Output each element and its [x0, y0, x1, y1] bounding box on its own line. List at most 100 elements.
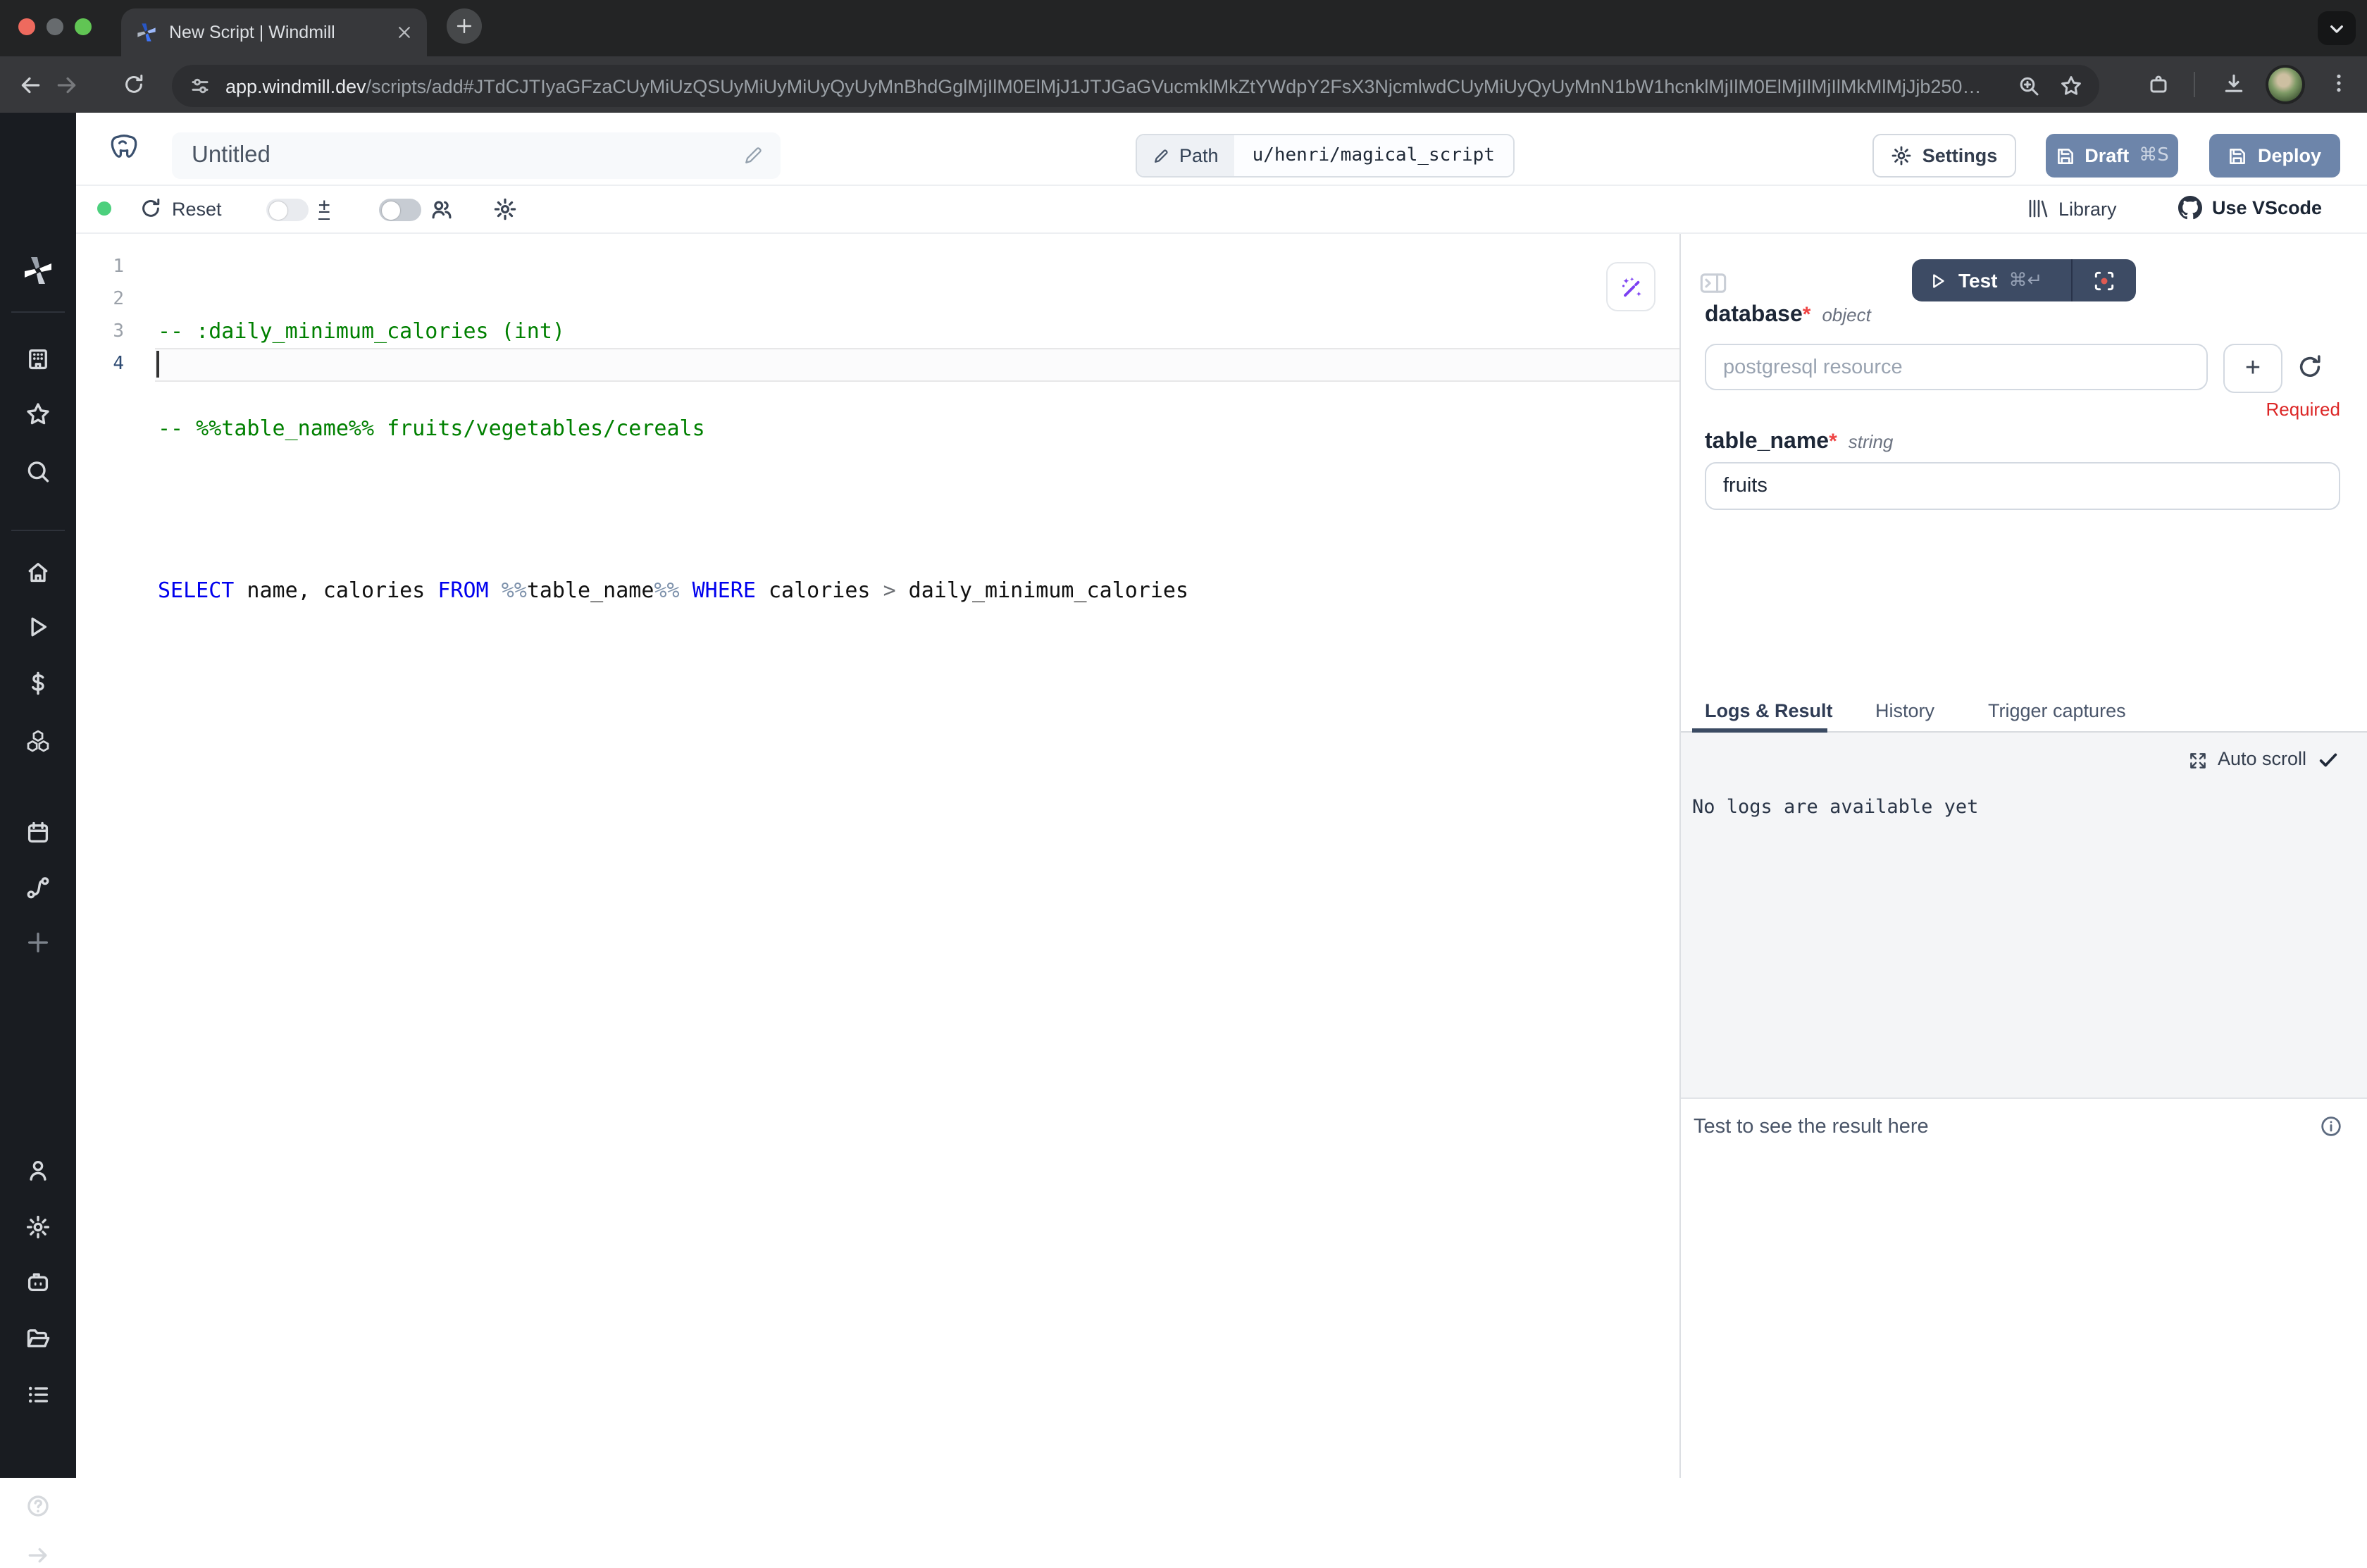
use-vscode-button[interactable]: Use VScode — [2178, 196, 2322, 220]
url-bar[interactable]: app.windmill.dev /scripts/add#JTdCJTIyaG… — [172, 65, 2099, 107]
site-info-icon[interactable] — [189, 75, 211, 97]
close-tab-icon[interactable] — [396, 24, 413, 41]
reload-icon[interactable] — [123, 73, 145, 96]
required-note: Required — [2170, 399, 2340, 420]
save-floppy-icon — [2228, 146, 2248, 166]
line-number: 2 — [76, 283, 124, 316]
tab-trigger-captures[interactable]: Trigger captures — [1988, 700, 2126, 721]
browser-menu-icon[interactable] — [2328, 72, 2350, 94]
path-label-segment: Path — [1137, 135, 1234, 176]
logs-empty-message: No logs are available yet — [1692, 796, 1978, 819]
runs-play-icon[interactable] — [25, 614, 51, 640]
multiplayer-toggle[interactable] — [379, 199, 421, 221]
profile-avatar[interactable] — [2266, 65, 2305, 104]
expand-logs-icon[interactable] — [2188, 751, 2208, 771]
url-path: /scripts/add#JTdCJTIyaGFzaCUyMiUzQSUyMiU… — [366, 75, 1989, 97]
auto-scroll-label[interactable]: Auto scroll — [2218, 748, 2306, 769]
ai-assistant-button[interactable] — [1606, 262, 1655, 311]
line-number-gutter: 1 2 3 4 — [76, 251, 124, 380]
diff-icon[interactable]: ± — [318, 194, 330, 220]
scan-capture-icon — [2092, 268, 2116, 292]
browser-tab[interactable]: New Script | Windmill — [121, 8, 427, 56]
forward-icon[interactable] — [55, 73, 79, 97]
diff-toggle[interactable] — [266, 199, 309, 221]
table-name-field-label-row: table_name* string — [1705, 430, 1893, 455]
add-resource-button[interactable]: + — [2223, 344, 2282, 393]
tab-search-button[interactable] — [2318, 11, 2356, 45]
table-name-input[interactable]: fruits — [1705, 462, 2340, 510]
app-sidebar — [0, 113, 76, 1478]
library-icon — [2026, 197, 2049, 220]
draft-button[interactable]: Draft ⌘S — [2046, 134, 2178, 178]
avatar — [2268, 68, 2302, 101]
home-icon[interactable] — [25, 559, 51, 585]
expand-sidebar-arrow-icon[interactable] — [25, 1543, 51, 1568]
tab-logs-result[interactable]: Logs & Result — [1705, 700, 1833, 721]
save-floppy-icon — [2055, 146, 2075, 166]
users-person-icon[interactable] — [25, 1158, 51, 1183]
library-button[interactable]: Library — [2026, 197, 2117, 220]
database-resource-input[interactable]: postgresql resource — [1705, 344, 2208, 390]
path-label: Path — [1179, 145, 1219, 166]
bookmark-star-icon[interactable] — [2060, 75, 2082, 97]
deploy-button[interactable]: Deploy — [2209, 134, 2340, 178]
line-number: 1 — [76, 251, 124, 283]
close-window-button[interactable] — [18, 18, 35, 35]
settings-gear-icon[interactable] — [25, 1214, 51, 1240]
magic-wand-icon — [1618, 274, 1644, 299]
create-plus-icon[interactable] — [25, 930, 51, 955]
sidebar-divider — [11, 530, 65, 531]
info-icon[interactable] — [2319, 1114, 2343, 1138]
workers-robot-icon[interactable] — [25, 1269, 51, 1295]
use-vscode-label: Use VScode — [2212, 197, 2322, 218]
schedules-calendar-icon[interactable] — [25, 820, 51, 845]
test-button[interactable]: Test ⌘↵ — [1912, 259, 2073, 301]
script-summary-input[interactable]: Untitled — [172, 132, 781, 179]
new-tab-button[interactable] — [447, 8, 482, 44]
variables-dollar-icon[interactable] — [25, 671, 51, 696]
search-icon[interactable] — [25, 459, 51, 485]
line-number-active: 4 — [76, 348, 124, 380]
back-icon[interactable] — [18, 73, 42, 97]
help-icon[interactable] — [25, 1493, 51, 1519]
resources-cubes-icon[interactable] — [25, 728, 51, 754]
library-label: Library — [2058, 198, 2117, 219]
code-line-2: -- %%table_name%% fruits/vegetables/cere… — [158, 413, 1188, 445]
windmill-logo-icon[interactable] — [21, 254, 55, 287]
minimize-window-button[interactable] — [46, 18, 63, 35]
workspace-building-icon[interactable] — [25, 347, 51, 372]
zoom-window-button[interactable] — [75, 18, 92, 35]
favorites-star-icon[interactable] — [25, 402, 51, 427]
capture-test-button[interactable] — [2073, 259, 2136, 301]
field-type: string — [1849, 431, 1894, 452]
test-shortcut: ⌘↵ — [2009, 270, 2043, 291]
settings-button[interactable]: Settings — [1872, 134, 2016, 178]
download-icon[interactable] — [2222, 72, 2246, 96]
deploy-label: Deploy — [2258, 145, 2321, 166]
reset-label: Reset — [172, 198, 222, 219]
collapse-panel-icon[interactable] — [1699, 270, 1727, 296]
editor-settings-gear-icon[interactable] — [493, 197, 517, 221]
zoom-page-icon[interactable] — [2018, 75, 2040, 97]
database-placeholder: postgresql resource — [1723, 356, 1903, 378]
screen: New Script | Windmill ap — [0, 0, 2367, 1478]
code-editor[interactable]: -- :daily_minimum_calories (int) -- %%ta… — [158, 251, 1188, 672]
browser-titlebar: New Script | Windmill — [0, 0, 2367, 56]
tab-history[interactable]: History — [1875, 700, 1934, 721]
audit-logs-list-icon[interactable] — [25, 1382, 51, 1407]
text-cursor — [156, 351, 159, 378]
folders-icon[interactable] — [25, 1326, 51, 1351]
edit-pencil-icon — [743, 145, 764, 166]
settings-label: Settings — [1922, 145, 1998, 166]
pencil-icon — [1153, 147, 1169, 164]
draft-label: Draft — [2085, 145, 2129, 166]
people-icon[interactable] — [430, 197, 454, 221]
path-button[interactable]: Path u/henri/magical_script — [1136, 134, 1515, 178]
field-name: table_name — [1705, 430, 1829, 454]
refresh-resources-icon[interactable] — [2297, 354, 2323, 380]
extensions-icon[interactable] — [2147, 73, 2170, 96]
triggers-route-icon[interactable] — [25, 875, 51, 900]
reset-button[interactable]: Reset — [139, 197, 222, 220]
postgresql-icon — [107, 132, 141, 166]
play-icon — [1929, 271, 1947, 290]
